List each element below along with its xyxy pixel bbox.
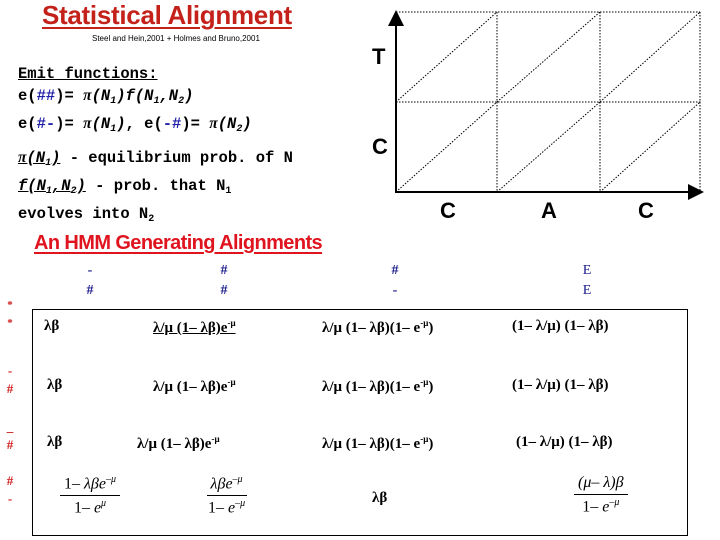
x-label-3: C [638,198,654,223]
y-label-T: T [372,44,386,69]
column-header-2: # # [209,261,239,301]
column-header-top: # [391,263,399,278]
column-header-top: # [220,263,228,278]
row-label-top: _ [6,419,14,434]
cell-r2-c3: λ/μ (1– λβ)(1– e-μ) [322,377,434,395]
fraction: (μ– λ)β 1– e–μ [574,474,628,516]
diagonal [395,11,498,103]
cell-text: λ/μ (1– λβ)e [153,320,228,336]
fraction-numerator: 1– λβe–μ [60,474,121,497]
fraction-denominator: 1– e–μ [582,497,620,516]
diagonal [395,101,498,193]
row-label-top: # [6,473,14,488]
fraction: λβe–μ 1– e–μ [204,474,249,518]
row-label-bottom: # [6,381,14,396]
cell-r1-c2: λ/μ (1– λβ)e-μ [153,318,236,336]
column-header-bottom: E [582,283,592,298]
column-header-bottom: - [392,283,398,298]
exponent: μ [101,498,107,510]
cell-r1-c3: λ/μ (1– λβ)(1– e-μ) [322,318,434,336]
cell-r4-c3: λβ [372,490,388,506]
cell-r3-c3: λ/μ (1– λβ)(1– e-μ) [322,434,434,452]
row-label-bottom: * [7,317,13,329]
cell-r4-c4: (μ– λ)β 1– e–μ [574,474,628,516]
row-label-top: * [7,299,13,311]
fraction-denominator: 1– eμ [73,498,107,517]
y-label-C: C [372,134,388,159]
x-label-1: C [440,198,456,223]
cell-r3-c4: (1– λ/μ) (1– λβ) [516,434,613,450]
exponent: –μ [235,498,246,510]
fraction-numerator: λβe–μ [206,474,247,497]
row-label-1: * * [2,296,18,332]
hmm-title: An HMM Generating Alignments [34,232,323,254]
exponent: –μ [232,474,243,485]
diagonal [599,11,701,103]
row-label-bottom: - [7,491,13,506]
x-label-2: A [541,198,557,223]
exponent: –μ [609,497,620,508]
cell-r4-c1: 1– λβe–μ 1– eμ [60,474,121,518]
cell-r2-c2: λ/μ (1– λβ)e-μ [153,377,236,395]
alignment-grid-diagram [388,10,704,200]
row-label-4: # - [2,472,18,508]
diagonal [599,101,701,193]
column-header-4: E E [572,261,602,301]
cell-r2-c4: (1– λ/μ) (1– λβ) [512,377,609,393]
row-label-top: - [7,363,13,378]
diagonal [496,11,601,103]
cell-r3-c1: λβ [47,434,63,450]
exponent: –μ [106,474,117,485]
row-label-3: _ # [2,418,18,454]
fraction-denominator: 1– e–μ [208,498,246,517]
fraction: 1– λβe–μ 1– eμ [60,474,121,518]
fraction-numerator: (μ– λ)β [574,474,628,495]
cell-r2-c1: λβ [47,377,63,393]
cell-r1-c4: (1– λ/μ) (1– λβ) [512,318,609,334]
column-header-3: # - [380,261,410,301]
cell-r1-c1: λβ [44,318,60,334]
row-label-2: - # [2,362,18,398]
column-header-bottom: # [220,283,228,298]
column-header-1: - # [75,261,105,301]
row-label-bottom: # [6,437,14,452]
column-header-top: E [582,263,592,278]
diagonal [496,101,601,193]
cell-r4-c2: λβe–μ 1– e–μ [204,474,249,518]
cell-r3-c2: λ/μ (1– λβ)e-μ [137,434,220,452]
column-header-top: - [87,263,93,278]
column-header-bottom: # [86,283,94,298]
grid-dotted-lines [395,11,702,193]
